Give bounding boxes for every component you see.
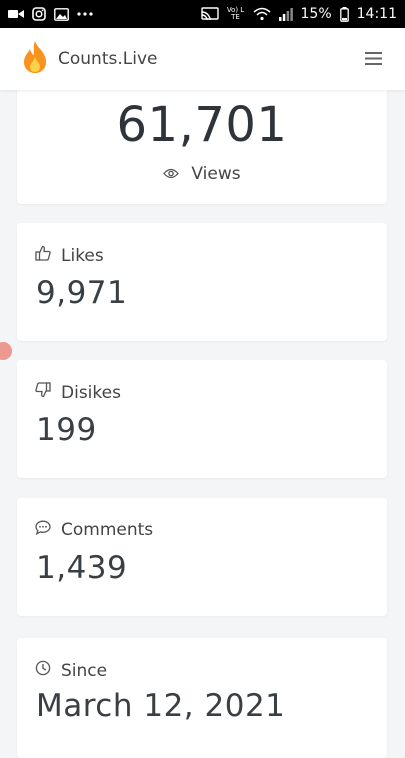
views-label-row: Views — [17, 164, 387, 184]
comments-label: Comments — [61, 520, 154, 540]
comments-card: Comments 1,439 — [17, 498, 387, 616]
signal-icon — [278, 7, 293, 21]
hamburger-menu-button[interactable] — [361, 47, 385, 71]
since-date: March 12, 2021 — [36, 688, 286, 724]
clock-time: 14:11 — [356, 6, 397, 22]
status-right-icons: Vo) LTE 15% 14:11 — [200, 6, 397, 22]
brand[interactable]: Counts.Live — [22, 40, 157, 78]
likes-label: Likes — [61, 245, 104, 266]
brand-name: Counts.Live — [58, 49, 158, 69]
instagram-icon — [32, 7, 46, 21]
more-notifications-icon — [77, 12, 93, 16]
dislikes-header: Disikes — [35, 382, 121, 403]
touch-indicator — [0, 342, 12, 360]
since-card: Since March 12, 2021 — [17, 638, 387, 758]
menu-icon — [364, 50, 382, 69]
battery-percent: 15% — [300, 6, 332, 22]
thumbs-down-icon — [35, 382, 51, 403]
app-bar: Counts.Live — [0, 28, 405, 90]
comments-count: 1,439 — [36, 550, 128, 586]
likes-count: 9,971 — [36, 275, 128, 311]
likes-card: Likes 9,971 — [17, 223, 387, 341]
views-count: 61,701 — [116, 97, 288, 153]
video-camera-icon — [8, 8, 24, 20]
battery-icon — [339, 6, 349, 22]
status-bar: Vo) LTE 15% 14:11 — [0, 0, 405, 28]
comments-header: Comments — [35, 520, 153, 540]
since-header: Since — [35, 660, 107, 681]
network-label: Vo) LTE — [226, 6, 245, 21]
views-label: Views — [191, 164, 241, 184]
wifi-icon — [253, 7, 271, 21]
dislikes-label: Disikes — [61, 382, 121, 403]
flame-logo-icon — [22, 40, 48, 78]
gallery-icon — [54, 7, 69, 21]
clock-icon — [35, 660, 51, 681]
dislikes-count: 199 — [36, 412, 97, 448]
likes-header: Likes — [35, 245, 104, 266]
cast-icon — [200, 7, 219, 21]
since-label: Since — [61, 660, 108, 681]
comment-bubble-icon — [35, 520, 51, 540]
eye-icon — [163, 164, 180, 184]
thumbs-up-icon — [35, 245, 51, 266]
volte-icon: Vo) LTE — [227, 7, 245, 21]
dislikes-card: Disikes 199 — [17, 360, 387, 478]
status-left-icons — [8, 7, 93, 21]
views-card: 61,701 Views — [17, 70, 387, 204]
